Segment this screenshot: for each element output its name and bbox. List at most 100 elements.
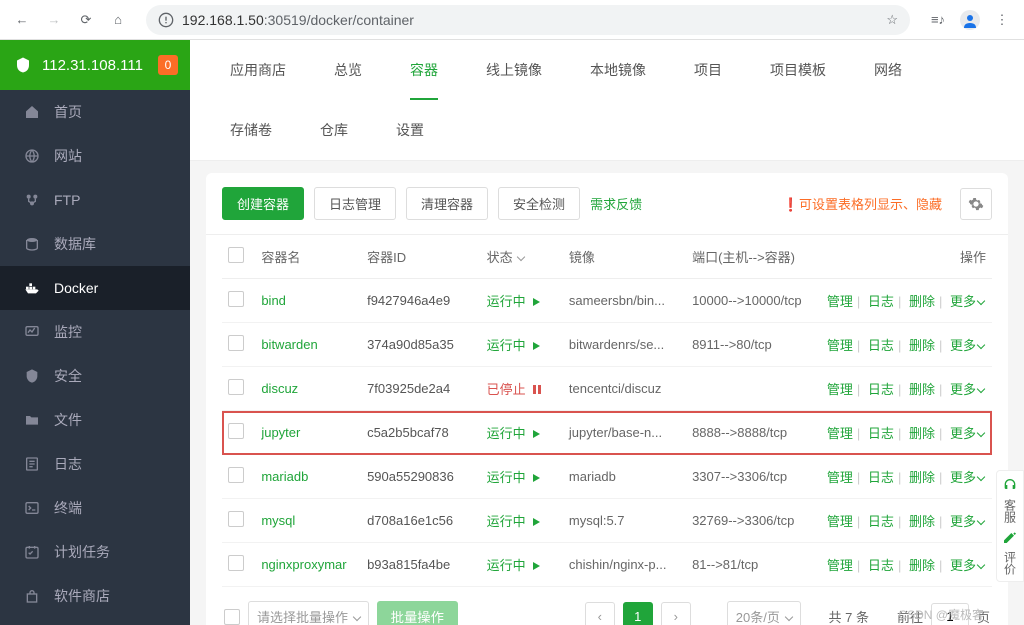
- select-all-checkbox[interactable]: [228, 247, 244, 263]
- tab-本地镜像[interactable]: 本地镜像: [566, 40, 670, 100]
- sidebar-label: 日志: [54, 454, 82, 474]
- tab-项目模板[interactable]: 项目模板: [746, 40, 850, 100]
- tab-仓库[interactable]: 仓库: [296, 100, 372, 160]
- star-icon[interactable]: ☆: [886, 12, 898, 28]
- rating-text[interactable]: 评价: [1002, 551, 1019, 575]
- browser-toolbar: ← → ⟳ ⌂ 192.168.1.50:30519/docker/contai…: [0, 0, 1024, 40]
- delete-link[interactable]: 删除: [909, 382, 935, 397]
- running-icon: [533, 430, 540, 438]
- log-link[interactable]: 日志: [868, 338, 894, 353]
- tab-容器[interactable]: 容器: [386, 40, 462, 100]
- sidebar-item-globe[interactable]: 网站: [0, 134, 190, 178]
- reader-icon[interactable]: ≡♪: [926, 8, 950, 32]
- container-name[interactable]: nginxproxymar: [255, 543, 361, 587]
- more-link[interactable]: 更多: [950, 382, 984, 397]
- sidebar-item-home[interactable]: 首页: [0, 90, 190, 134]
- tab-设置[interactable]: 设置: [372, 100, 448, 160]
- manage-link[interactable]: 管理: [827, 338, 853, 353]
- sidebar-item-ftp[interactable]: FTP: [0, 178, 190, 222]
- edit-icon[interactable]: [1002, 529, 1018, 545]
- page-1-button[interactable]: 1: [623, 602, 653, 625]
- security-check-button[interactable]: 安全检测: [498, 187, 580, 220]
- log-manage-button[interactable]: 日志管理: [314, 187, 396, 220]
- tab-项目[interactable]: 项目: [670, 40, 746, 100]
- delete-link[interactable]: 删除: [909, 514, 935, 529]
- column-hint[interactable]: ❗可设置表格列显示、隐藏: [783, 194, 942, 213]
- sidebar-item-shield[interactable]: 安全: [0, 354, 190, 398]
- more-link[interactable]: 更多: [950, 294, 984, 309]
- tab-存储卷[interactable]: 存储卷: [206, 100, 296, 160]
- manage-link[interactable]: 管理: [827, 558, 853, 573]
- container-name[interactable]: bind: [255, 279, 361, 323]
- manage-link[interactable]: 管理: [827, 470, 853, 485]
- sidebar-item-log[interactable]: 日志: [0, 442, 190, 486]
- batch-select[interactable]: 请选择批量操作: [248, 601, 369, 625]
- sort-icon[interactable]: [517, 253, 525, 261]
- row-checkbox[interactable]: [228, 467, 244, 483]
- sidebar-item-task[interactable]: 计划任务: [0, 530, 190, 574]
- sidebar-item-docker[interactable]: Docker: [0, 266, 190, 310]
- delete-link[interactable]: 删除: [909, 426, 935, 441]
- row-checkbox[interactable]: [228, 291, 244, 307]
- th-3: 状态: [481, 235, 563, 279]
- more-link[interactable]: 更多: [950, 470, 984, 485]
- home-button[interactable]: ⌂: [106, 8, 130, 32]
- reload-button[interactable]: ⟳: [74, 8, 98, 32]
- delete-link[interactable]: 删除: [909, 294, 935, 309]
- back-button[interactable]: ←: [10, 8, 34, 32]
- manage-link[interactable]: 管理: [827, 426, 853, 441]
- delete-link[interactable]: 删除: [909, 470, 935, 485]
- delete-link[interactable]: 删除: [909, 338, 935, 353]
- log-link[interactable]: 日志: [868, 514, 894, 529]
- container-name[interactable]: discuz: [255, 367, 361, 411]
- sidebar-item-monitor[interactable]: 监控: [0, 310, 190, 354]
- clean-container-button[interactable]: 清理容器: [406, 187, 488, 220]
- create-container-button[interactable]: 创建容器: [222, 187, 304, 220]
- menu-icon[interactable]: ⋮: [990, 8, 1014, 32]
- row-checkbox[interactable]: [228, 379, 244, 395]
- log-link[interactable]: 日志: [868, 426, 894, 441]
- log-link[interactable]: 日志: [868, 470, 894, 485]
- row-actions: 管理| 日志| 删除| 更多: [808, 323, 992, 367]
- settings-gear-button[interactable]: [960, 188, 992, 220]
- notification-badge[interactable]: 0: [158, 55, 178, 75]
- select-all-bottom-checkbox[interactable]: [224, 609, 240, 625]
- batch-action-button[interactable]: 批量操作: [377, 601, 458, 625]
- tab-线上镜像[interactable]: 线上镜像: [462, 40, 566, 100]
- feedback-link[interactable]: 需求反馈: [590, 194, 642, 213]
- container-name[interactable]: jupyter: [255, 411, 361, 455]
- sidebar-item-terminal[interactable]: 终端: [0, 486, 190, 530]
- row-checkbox[interactable]: [228, 511, 244, 527]
- url-bar[interactable]: 192.168.1.50:30519/docker/container ☆: [146, 5, 910, 35]
- more-link[interactable]: 更多: [950, 514, 984, 529]
- row-checkbox[interactable]: [228, 423, 244, 439]
- manage-link[interactable]: 管理: [827, 514, 853, 529]
- log-link[interactable]: 日志: [868, 558, 894, 573]
- forward-button[interactable]: →: [42, 8, 66, 32]
- prev-page-button[interactable]: ‹: [585, 602, 615, 625]
- perpage-select[interactable]: 20条/页: [727, 601, 801, 625]
- manage-link[interactable]: 管理: [827, 294, 853, 309]
- container-name[interactable]: bitwarden: [255, 323, 361, 367]
- row-checkbox[interactable]: [228, 555, 244, 571]
- headset-icon[interactable]: [1002, 477, 1018, 493]
- profile-icon[interactable]: [958, 8, 982, 32]
- more-link[interactable]: 更多: [950, 558, 984, 573]
- customer-service-text[interactable]: 客服: [1002, 499, 1019, 523]
- more-link[interactable]: 更多: [950, 338, 984, 353]
- tab-网络[interactable]: 网络: [850, 40, 926, 100]
- more-link[interactable]: 更多: [950, 426, 984, 441]
- next-page-button[interactable]: ›: [661, 602, 691, 625]
- container-name[interactable]: mysql: [255, 499, 361, 543]
- sidebar-item-folder[interactable]: 文件: [0, 398, 190, 442]
- container-name[interactable]: mariadb: [255, 455, 361, 499]
- manage-link[interactable]: 管理: [827, 382, 853, 397]
- tab-应用商店[interactable]: 应用商店: [206, 40, 310, 100]
- row-checkbox[interactable]: [228, 335, 244, 351]
- log-link[interactable]: 日志: [868, 294, 894, 309]
- log-link[interactable]: 日志: [868, 382, 894, 397]
- sidebar-item-shop[interactable]: 软件商店: [0, 574, 190, 618]
- delete-link[interactable]: 删除: [909, 558, 935, 573]
- sidebar-item-database[interactable]: 数据库: [0, 222, 190, 266]
- tab-总览[interactable]: 总览: [310, 40, 386, 100]
